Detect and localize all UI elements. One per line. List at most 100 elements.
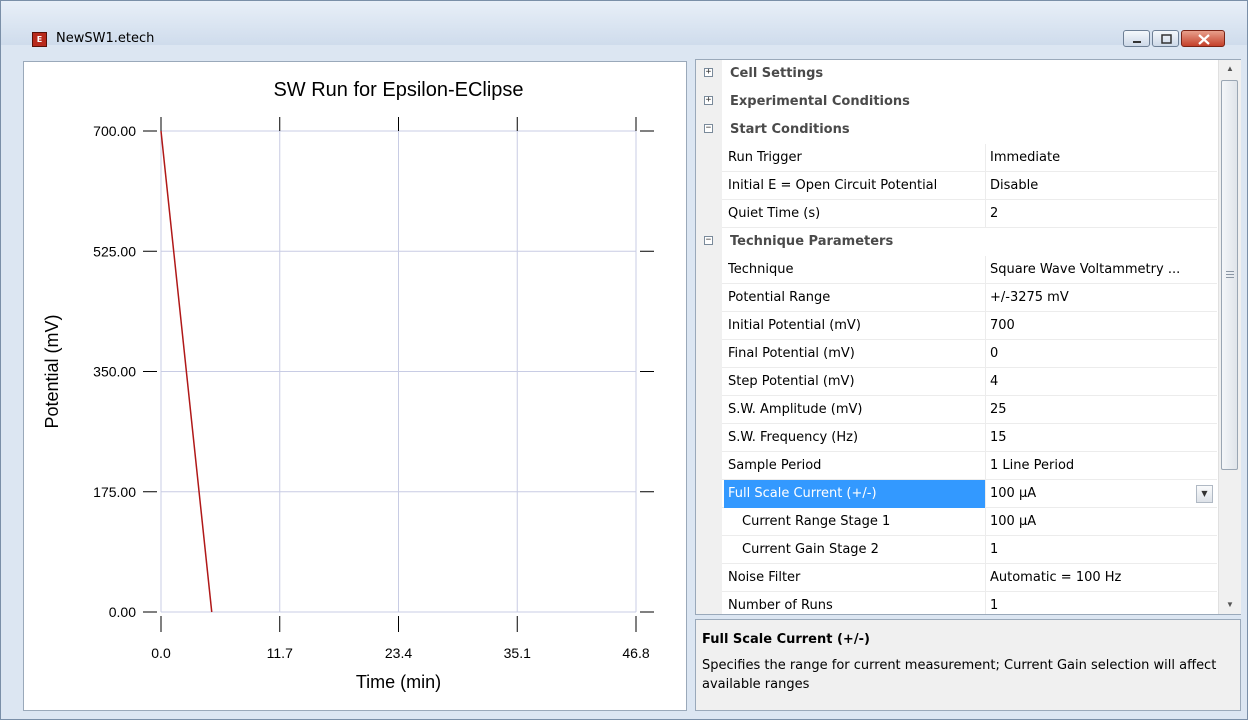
row-margin [696,340,722,368]
close-icon [1198,34,1210,45]
property-row[interactable]: Sample Period 1 Line Period [696,452,1217,480]
vertical-scrollbar[interactable]: ▲ ▼ [1218,60,1241,614]
y-tick-label: 700.00 [93,123,136,139]
property-value[interactable]: 15 [985,424,1217,452]
property-value[interactable]: +/-3275 mV [985,284,1217,312]
property-category[interactable]: + Cell Settings [696,60,1217,88]
row-margin [696,368,722,396]
row-margin [696,480,722,508]
property-row[interactable]: Final Potential (mV) 0 [696,340,1217,368]
property-row[interactable]: Potential Range +/-3275 mV [696,284,1217,312]
collapse-icon[interactable]: − [704,124,713,133]
x-tick-label: 46.8 [622,645,649,661]
help-description: Specifies the range for current measurem… [702,658,1217,692]
x-tick-label: 23.4 [385,645,412,661]
property-name: Quiet Time (s) [728,206,821,221]
dropdown-arrow-icon[interactable]: ▼ [1196,485,1213,503]
property-name: Technique [728,262,794,277]
property-row[interactable]: Step Potential (mV) 4 [696,368,1217,396]
row-margin [696,200,722,228]
property-name: Current Range Stage 1 [742,514,891,529]
window-title: NewSW1.etech [56,31,155,46]
chart-title: SW Run for Epsilon-EClipse [273,79,523,101]
collapse-icon[interactable]: − [704,236,713,245]
property-value[interactable]: 700 [985,312,1217,340]
scroll-thumb[interactable] [1221,80,1238,470]
expand-icon[interactable]: + [704,68,713,77]
property-value[interactable]: 1 [985,536,1217,564]
row-margin [696,396,722,424]
property-row[interactable]: S.W. Amplitude (mV) 25 [696,396,1217,424]
property-name: Current Gain Stage 2 [742,542,879,557]
property-value[interactable]: 1 Line Period [985,452,1217,480]
property-value[interactable]: 4 [985,368,1217,396]
property-value[interactable]: 0 [985,340,1217,368]
scroll-down-icon[interactable]: ▼ [1219,596,1241,614]
property-value[interactable]: Disable [985,172,1217,200]
property-name: Initial E = Open Circuit Potential [728,178,938,193]
property-value[interactable]: 1 [985,592,1217,614]
property-category[interactable]: − Technique Parameters [696,228,1217,256]
property-value[interactable]: 25 [985,396,1217,424]
property-name: Sample Period [728,458,822,473]
property-row[interactable]: Initial E = Open Circuit Potential Disabl… [696,172,1217,200]
maximize-button[interactable] [1152,30,1179,47]
row-margin [696,536,722,564]
row-margin [696,172,722,200]
row-margin [696,312,722,340]
property-name: Number of Runs [728,598,833,613]
close-button[interactable] [1181,30,1225,47]
property-row[interactable]: Full Scale Current (+/-) 100 µA ▼ [696,480,1217,508]
scroll-up-icon[interactable]: ▲ [1219,60,1241,78]
property-row[interactable]: Initial Potential (mV) 700 [696,312,1217,340]
row-margin [696,144,722,172]
y-tick-label: 525.00 [93,243,136,259]
y-tick-label: 0.00 [109,604,136,620]
property-name: Noise Filter [728,570,801,585]
property-name: Potential Range [728,290,831,305]
category-label: Experimental Conditions [730,94,910,109]
property-row[interactable]: Current Gain Stage 2 1 [696,536,1217,564]
plot-panel: 0.00 175.00 350.00 525.00 700.00 0.0 11.7 23.4 3… [23,61,687,711]
minimize-icon [1133,41,1141,43]
row-margin [696,424,722,452]
property-row[interactable]: Technique Square Wave Voltammetry ... [696,256,1217,284]
property-name: S.W. Frequency (Hz) [728,430,859,445]
property-row[interactable]: Run Trigger Immediate [696,144,1217,172]
row-margin [696,508,722,536]
x-tick-label: 0.0 [151,645,171,661]
property-row[interactable]: S.W. Frequency (Hz) 15 [696,424,1217,452]
property-name: Initial Potential (mV) [728,318,861,333]
help-title: Full Scale Current (+/-) [702,632,870,647]
x-tick-label: 35.1 [504,645,531,661]
app-window: E NewSW1.etech 0.00 175.00 350.00 525.00 700… [0,0,1248,720]
y-tick-label: 175.00 [93,484,136,500]
property-value[interactable]: 100 µA [985,508,1217,536]
row-margin [696,256,722,284]
x-tick-label: 11.7 [267,645,293,661]
y-tick-label: 350.00 [93,364,136,380]
property-value[interactable]: 2 [985,200,1217,228]
y-axis-label: Potential (mV) [42,314,62,428]
property-category[interactable]: + Experimental Conditions [696,88,1217,116]
property-row[interactable]: Current Range Stage 1 100 µA [696,508,1217,536]
property-row[interactable]: Noise Filter Automatic = 100 Hz [696,564,1217,592]
expand-icon[interactable]: + [704,96,713,105]
property-category[interactable]: − Start Conditions [696,116,1217,144]
property-name: Run Trigger [728,150,802,165]
category-label: Technique Parameters [730,234,894,249]
category-label: Cell Settings [730,66,824,81]
minimize-button[interactable] [1123,30,1150,47]
property-value[interactable]: Square Wave Voltammetry ... [985,256,1217,284]
row-margin [696,592,722,614]
title-bar[interactable]: E NewSW1.etech [1,1,1247,47]
property-value[interactable]: 100 µA [985,480,1217,508]
property-value[interactable]: Automatic = 100 Hz [985,564,1217,592]
property-row[interactable]: Quiet Time (s) 2 [696,200,1217,228]
property-name: Final Potential (mV) [728,346,855,361]
row-margin [696,284,722,312]
property-name: Full Scale Current (+/-) [724,480,985,508]
help-panel: Full Scale Current (+/-) Specifies the r… [695,619,1241,711]
property-value[interactable]: Immediate [985,144,1217,172]
property-row[interactable]: Number of Runs 1 [696,592,1217,614]
